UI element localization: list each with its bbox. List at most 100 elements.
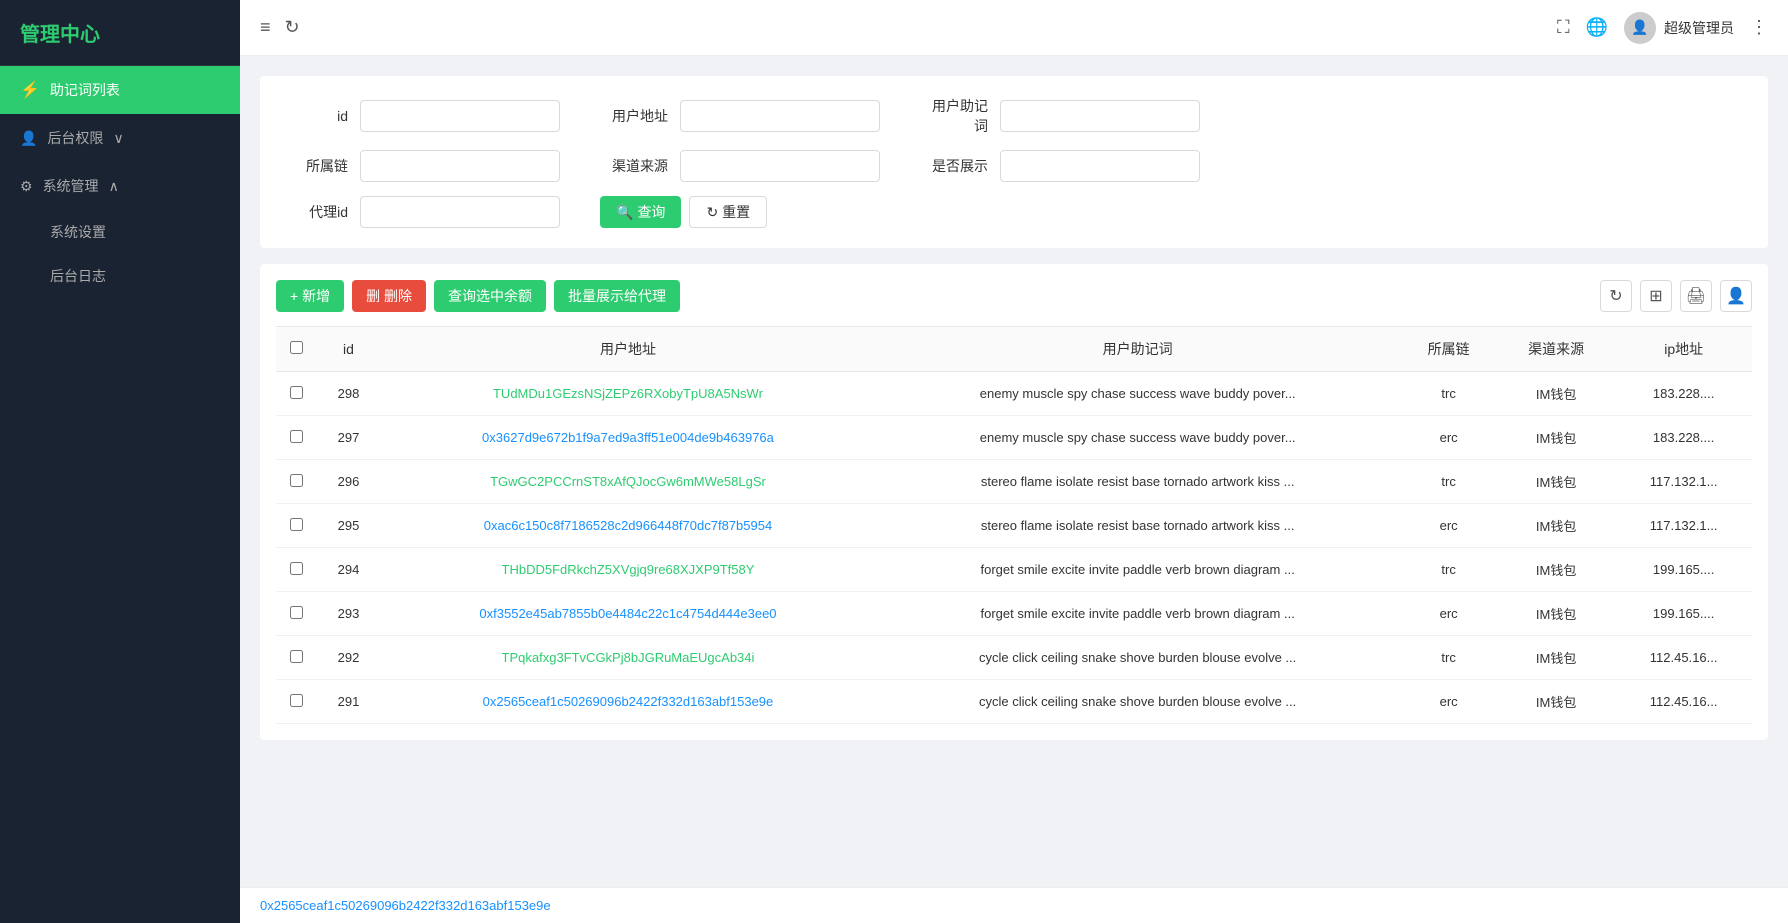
- user-icon: 👤: [20, 130, 37, 147]
- row-channel: IM钱包: [1497, 636, 1615, 680]
- row-checkbox-cell[interactable]: [276, 372, 316, 416]
- table-row: 294 THbDD5FdRkchZ5XVgjq9re68XJXP9Tf58Y f…: [276, 548, 1752, 592]
- row-ip: 199.165....: [1615, 548, 1752, 592]
- sidebar-menu: ⚡ 助记词列表 👤 后台权限 ∨ ⚙ 系统管理 ∧ 系统设置 后台日志: [0, 66, 240, 923]
- select-all-header[interactable]: [276, 327, 316, 372]
- address-link[interactable]: TGwGC2PCCrnST8xAfQJocGw6mMWe58LgSr: [490, 474, 766, 489]
- row-address[interactable]: TUdMDu1GEzsNSjZEPz6RXobyTpU8A5NsWr: [381, 372, 875, 416]
- filter-agentid-label: 代理id: [280, 202, 360, 222]
- row-checkbox-cell[interactable]: [276, 460, 316, 504]
- row-checkbox-cell[interactable]: [276, 592, 316, 636]
- menu-icon[interactable]: ≡: [260, 17, 271, 38]
- row-address[interactable]: 0x2565ceaf1c50269096b2422f332d163abf153e…: [381, 680, 875, 724]
- row-checkbox[interactable]: [290, 694, 303, 707]
- row-chain: erc: [1400, 416, 1497, 460]
- table-row: 291 0x2565ceaf1c50269096b2422f332d163abf…: [276, 680, 1752, 724]
- query-balance-button[interactable]: 查询选中余额: [434, 280, 546, 312]
- address-link[interactable]: TUdMDu1GEzsNSjZEPz6RXobyTpU8A5NsWr: [493, 386, 763, 401]
- row-checkbox[interactable]: [290, 650, 303, 663]
- row-address[interactable]: TGwGC2PCCrnST8xAfQJocGw6mMWe58LgSr: [381, 460, 875, 504]
- row-mnemonic: stereo flame isolate resist base tornado…: [875, 460, 1400, 504]
- more-icon[interactable]: ⋮: [1750, 17, 1768, 38]
- filter-channel-input[interactable]: [680, 150, 880, 182]
- delete-button[interactable]: 删 删除: [352, 280, 426, 312]
- filter-show-input[interactable]: [1000, 150, 1200, 182]
- filter-address-input[interactable]: [680, 100, 880, 132]
- filter-show-label: 是否展示: [920, 156, 1000, 176]
- select-all-checkbox[interactable]: [290, 341, 303, 354]
- filter-panel: id 用户地址 用户助记词 所属链 渠道来源 是否展示 代理id: [260, 76, 1768, 248]
- sidebar-item-label: 系统管理: [43, 176, 99, 196]
- search-button[interactable]: 🔍 查询: [600, 196, 681, 228]
- table-row: 298 TUdMDu1GEzsNSjZEPz6RXobyTpU8A5NsWr e…: [276, 372, 1752, 416]
- table-row: 297 0x3627d9e672b1f9a7ed9a3ff51e004de9b4…: [276, 416, 1752, 460]
- row-checkbox-cell[interactable]: [276, 548, 316, 592]
- avatar: 👤: [1624, 12, 1656, 44]
- sidebar-item-mnemonic-list[interactable]: ⚡ 助记词列表: [0, 66, 240, 114]
- filter-agentid-input[interactable]: [360, 196, 560, 228]
- sidebar-item-backend-perms[interactable]: 👤 后台权限 ∨: [0, 114, 240, 162]
- sidebar-sub-item-system-settings[interactable]: 系统设置: [0, 210, 240, 254]
- row-address[interactable]: 0x3627d9e672b1f9a7ed9a3ff51e004de9b46397…: [381, 416, 875, 460]
- row-address[interactable]: 0xf3552e45ab7855b0e4484c22c1c4754d444e3e…: [381, 592, 875, 636]
- row-id: 293: [316, 592, 381, 636]
- row-checkbox-cell[interactable]: [276, 680, 316, 724]
- filter-id-input[interactable]: [360, 100, 560, 132]
- refresh-icon[interactable]: ↻: [285, 17, 300, 38]
- filter-id-label: id: [280, 108, 360, 124]
- row-chain: erc: [1400, 592, 1497, 636]
- row-checkbox[interactable]: [290, 474, 303, 487]
- address-link[interactable]: TPqkafxg3FTvCGkPj8bJGRuMaEUgcAb34i: [502, 650, 755, 665]
- row-checkbox-cell[interactable]: [276, 636, 316, 680]
- row-channel: IM钱包: [1497, 416, 1615, 460]
- row-mnemonic: enemy muscle spy chase success wave budd…: [875, 416, 1400, 460]
- table-body: 298 TUdMDu1GEzsNSjZEPz6RXobyTpU8A5NsWr e…: [276, 372, 1752, 724]
- content-area: id 用户地址 用户助记词 所属链 渠道来源 是否展示 代理id: [240, 56, 1788, 887]
- row-channel: IM钱包: [1497, 592, 1615, 636]
- table-toolbar: + 新增 删 删除 查询选中余额 批量展示给代理 ↻ ⊞ 🖨 👤: [276, 280, 1752, 312]
- row-chain: erc: [1400, 680, 1497, 724]
- row-address[interactable]: THbDD5FdRkchZ5XVgjq9re68XJXP9Tf58Y: [381, 548, 875, 592]
- filter-row-1: id 用户地址 用户助记词: [280, 96, 1748, 136]
- print-button[interactable]: 🖨: [1680, 280, 1712, 312]
- reset-button[interactable]: ↻ 重置: [689, 196, 767, 228]
- sidebar-item-system-mgmt[interactable]: ⚙ 系统管理 ∧: [0, 162, 240, 210]
- row-address[interactable]: TPqkafxg3FTvCGkPj8bJGRuMaEUgcAb34i: [381, 636, 875, 680]
- row-checkbox[interactable]: [290, 430, 303, 443]
- export-button[interactable]: 👤: [1720, 280, 1752, 312]
- batch-show-button[interactable]: 批量展示给代理: [554, 280, 680, 312]
- add-button[interactable]: + 新增: [276, 280, 344, 312]
- sidebar-item-label: 后台权限: [47, 128, 103, 148]
- row-checkbox-cell[interactable]: [276, 504, 316, 548]
- filter-mnemonic-input[interactable]: [1000, 100, 1200, 132]
- refresh-table-button[interactable]: ↻: [1600, 280, 1632, 312]
- sidebar-sub-item-backend-log[interactable]: 后台日志: [0, 254, 240, 298]
- row-checkbox[interactable]: [290, 518, 303, 531]
- row-mnemonic: cycle click ceiling snake shove burden b…: [875, 680, 1400, 724]
- row-checkbox[interactable]: [290, 386, 303, 399]
- row-ip: 199.165....: [1615, 592, 1752, 636]
- filter-row-2: 所属链 渠道来源 是否展示: [280, 150, 1748, 182]
- address-link[interactable]: 0xf3552e45ab7855b0e4484c22c1c4754d444e3e…: [479, 606, 776, 621]
- row-checkbox[interactable]: [290, 562, 303, 575]
- row-id: 295: [316, 504, 381, 548]
- globe-icon[interactable]: 🌐: [1586, 17, 1608, 38]
- row-chain: trc: [1400, 372, 1497, 416]
- column-settings-button[interactable]: ⊞: [1640, 280, 1672, 312]
- row-mnemonic: cycle click ceiling snake shove burden b…: [875, 636, 1400, 680]
- filter-row-3: 代理id 🔍 查询 ↻ 重置: [280, 196, 1748, 228]
- address-link[interactable]: 0xac6c150c8f7186528c2d966448f70dc7f87b59…: [484, 518, 772, 533]
- topbar-user[interactable]: 👤 超级管理员: [1624, 12, 1734, 44]
- address-link[interactable]: 0x3627d9e672b1f9a7ed9a3ff51e004de9b46397…: [482, 430, 774, 445]
- row-address[interactable]: 0xac6c150c8f7186528c2d966448f70dc7f87b59…: [381, 504, 875, 548]
- data-table: id 用户地址 用户助记词 所属链 渠道来源 ip地址 298 TUdMDu1G…: [276, 326, 1752, 724]
- row-checkbox[interactable]: [290, 606, 303, 619]
- row-ip: 112.45.16...: [1615, 636, 1752, 680]
- address-link[interactable]: THbDD5FdRkchZ5XVgjq9re68XJXP9Tf58Y: [502, 562, 755, 577]
- address-link[interactable]: 0x2565ceaf1c50269096b2422f332d163abf153e…: [483, 694, 774, 709]
- fullscreen-icon[interactable]: ⛶: [1557, 17, 1570, 38]
- filter-actions: 🔍 查询 ↻ 重置: [600, 196, 767, 228]
- filter-chain-input[interactable]: [360, 150, 560, 182]
- row-ip: 183.228....: [1615, 372, 1752, 416]
- row-checkbox-cell[interactable]: [276, 416, 316, 460]
